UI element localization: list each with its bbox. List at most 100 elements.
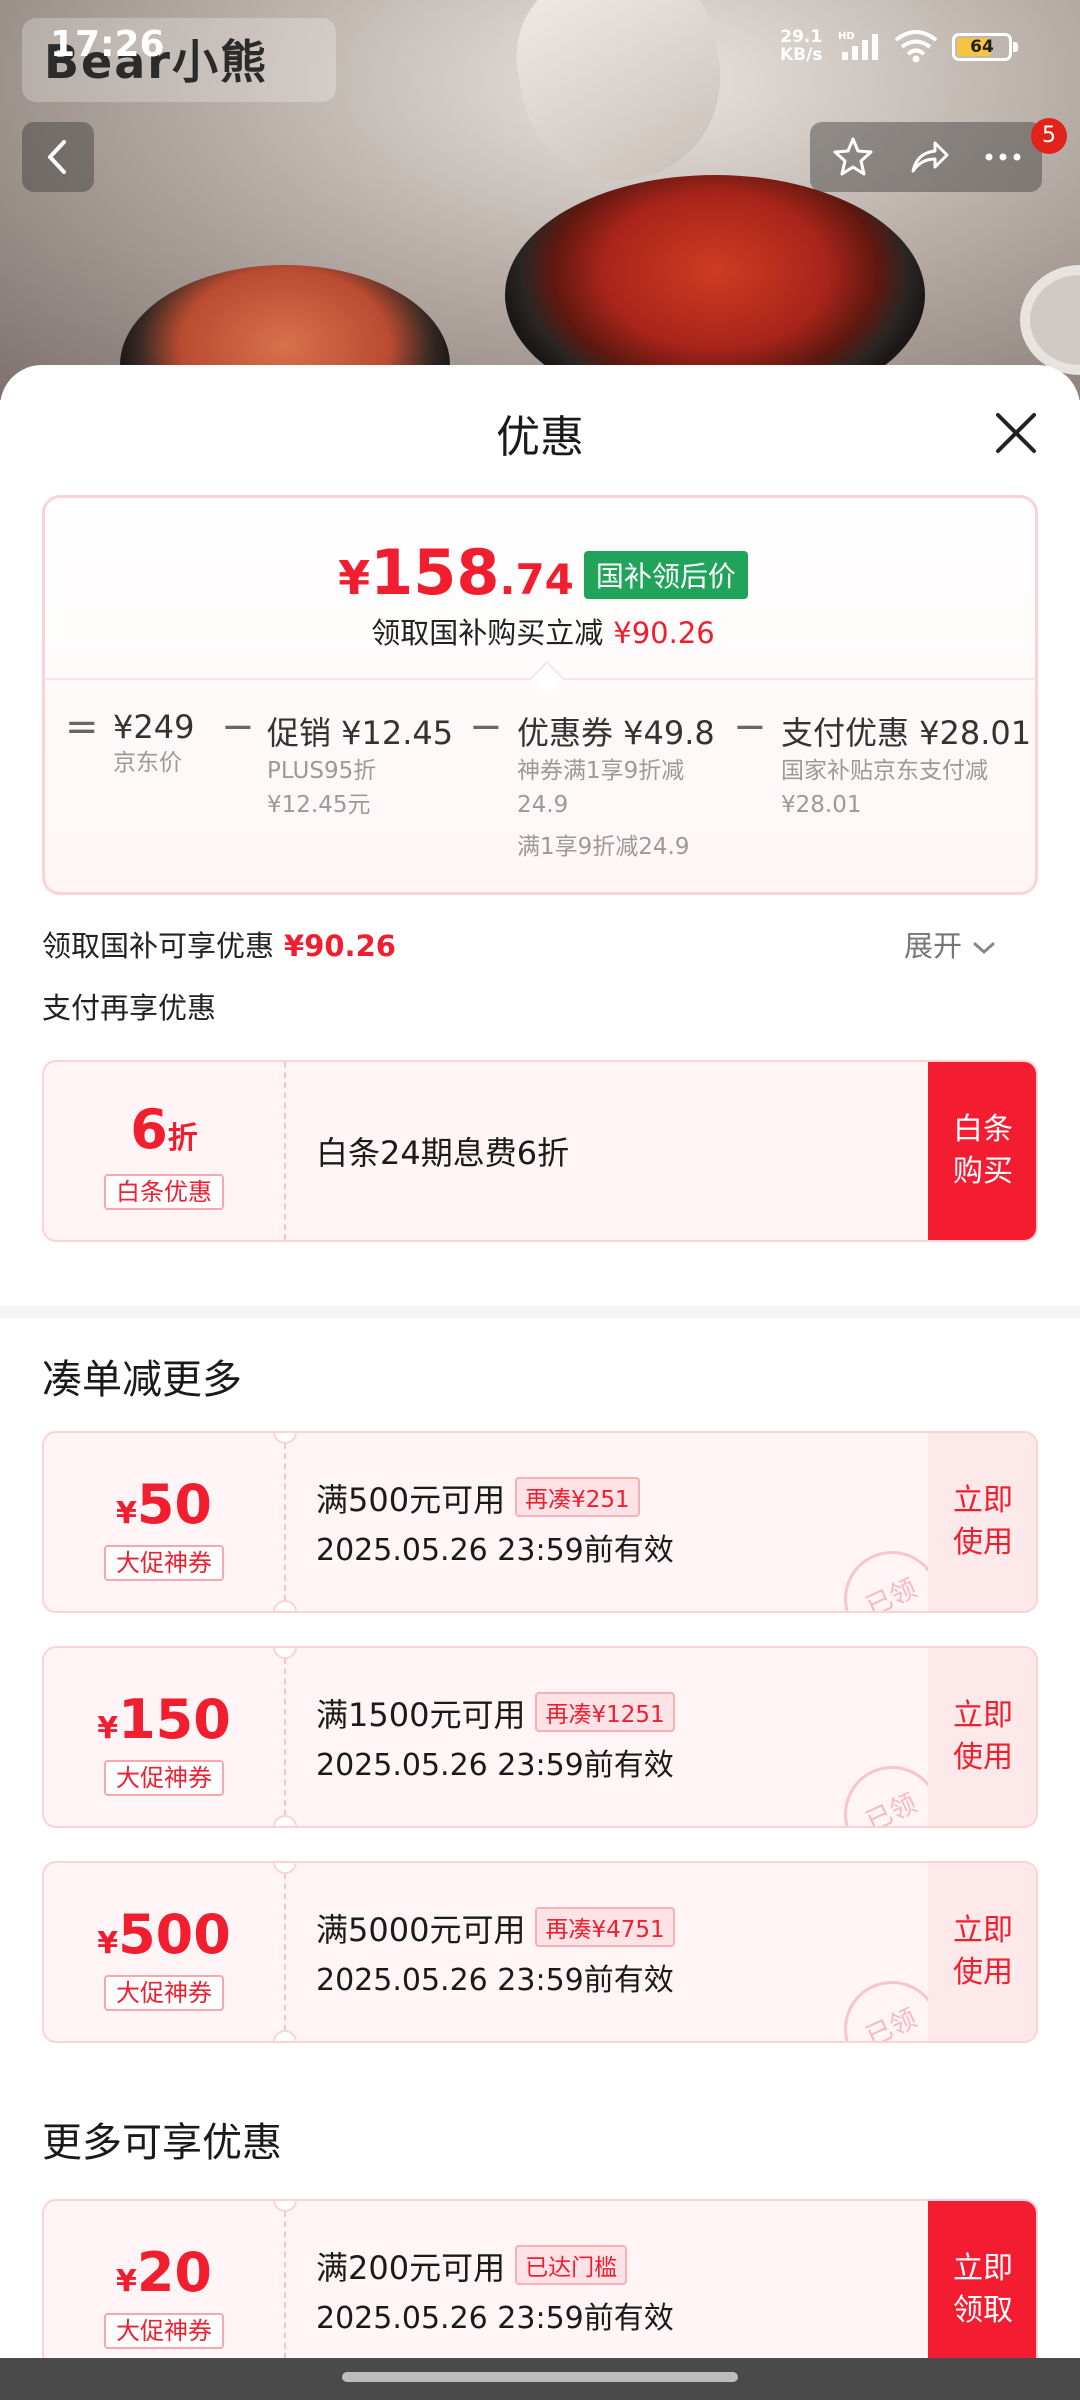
notification-badge: 5	[1031, 118, 1067, 154]
breakdown-sub: ¥12.45元	[267, 792, 371, 818]
coupon-card: ¥20 大促神券 满200元可用 已达门槛 2025.05.26 23:59前有效…	[42, 2199, 1038, 2381]
status-bar: 17:26 29.1 KB/s HD 64	[0, 0, 1080, 92]
breakdown-sub: PLUS95折	[267, 758, 377, 784]
coupon-tag: 大促神券	[104, 1545, 224, 1581]
baitiao-title: 白条24期息费6折	[316, 1134, 570, 1172]
coupon-expiry: 2025.05.26 23:59前有效	[316, 1533, 674, 1568]
breakdown-sub: ¥28.01	[781, 792, 862, 818]
back-button[interactable]	[22, 122, 94, 192]
more-icon	[985, 153, 1021, 161]
coupon-left: ¥50 大促神券	[44, 1433, 284, 1611]
ticket-notch-bottom	[273, 2030, 297, 2041]
section-separator	[0, 1305, 1080, 1319]
price-symbol: ¥	[338, 551, 371, 605]
use-now-label: 立即 使用	[953, 1913, 1013, 1990]
home-indicator[interactable]	[342, 2372, 738, 2382]
coupon-gap-pill: 再凑¥1251	[535, 1692, 675, 1732]
net-speed-value: 29.1	[780, 27, 823, 47]
coupon-condition: 满200元可用 已达门槛	[316, 2243, 628, 2289]
use-now-button[interactable]: 立即 使用	[928, 1433, 1036, 1611]
baitiao-card: 6折 白条优惠 白条24期息费6折 白条 购买	[42, 1060, 1038, 1242]
coupon-value: 500	[118, 1903, 231, 1966]
coupon-condition-text: 满500元可用	[316, 1481, 506, 1519]
share-icon	[911, 141, 949, 173]
breakdown-main: 优惠券 ¥49.8	[517, 714, 715, 752]
coupon-amount: ¥150	[44, 1688, 284, 1751]
sheet-title: 优惠	[496, 412, 584, 463]
coupon-value: 150	[118, 1688, 231, 1751]
perforation	[284, 1062, 286, 1240]
coupon-gap-pill: 再凑¥4751	[535, 1907, 675, 1947]
coupon-left: ¥150 大促神券	[44, 1648, 284, 1826]
top-actions	[810, 122, 1042, 192]
subsidy-price-tag: 国补领后价	[583, 551, 748, 599]
pay-section-title: 支付再享优惠	[42, 991, 217, 1025]
perforation	[284, 2201, 286, 2379]
coupon-card: ¥50 大促神券 满500元可用 再凑¥251 2025.05.26 23:59前…	[42, 1431, 1038, 1613]
coupon-tag: 大促神券	[104, 1975, 224, 2011]
price-integer: 158	[370, 536, 500, 609]
coupon-tag: 大促神券	[104, 2313, 224, 2349]
extra-section-title: 更多可享优惠	[42, 2120, 282, 2166]
perforation	[284, 1863, 286, 2041]
perforation	[284, 1648, 286, 1826]
breakdown-main: 促销 ¥12.45	[267, 714, 454, 752]
baitiao-tag: 白条优惠	[104, 1174, 224, 1210]
coupon-amount: ¥50	[44, 1473, 284, 1536]
wifi-icon	[894, 30, 938, 63]
baitiao-buy-label: 白条 购买	[953, 1112, 1013, 1189]
coupon-left: ¥500 大促神券	[44, 1863, 284, 2041]
close-icon	[996, 413, 1036, 453]
coupon-gap-pill: 再凑¥251	[515, 1477, 640, 1517]
coupon-value: 20	[136, 2241, 213, 2304]
claim-now-label: 立即 领取	[953, 2251, 1013, 2328]
subsidy-value: ¥90.26	[284, 929, 396, 963]
coupon-amount: ¥500	[44, 1903, 284, 1966]
clock: 17:26	[50, 24, 165, 65]
coupon-condition: 满5000元可用 再凑¥4751	[316, 1905, 675, 1951]
perforation	[284, 1433, 286, 1611]
subsidy-row: 领取国补可享优惠 ¥90.26	[42, 923, 396, 965]
baitiao-buy-button[interactable]: 白条 购买	[928, 1062, 1036, 1240]
coupon-value: 50	[136, 1473, 213, 1536]
breakdown-sub: 24.9	[517, 792, 569, 818]
breakdown-main: 支付优惠 ¥28.01	[781, 714, 1032, 752]
close-button[interactable]	[988, 405, 1044, 461]
chevron-left-icon	[48, 140, 66, 174]
battery-icon: 64	[952, 33, 1018, 61]
coupon-tag: 大促神券	[104, 1760, 224, 1796]
signal-icon: HD	[838, 31, 878, 60]
coupon-condition-text: 满5000元可用	[316, 1911, 526, 1949]
breakdown-sub: 神券满1享9折减	[517, 758, 685, 784]
claim-now-button[interactable]: 立即 领取	[928, 2201, 1036, 2379]
final-price: ¥ 158 .74 国补领后价	[45, 536, 1041, 609]
favorite-button[interactable]	[816, 122, 890, 192]
coupon-card: ¥150 大促神券 满1500元可用 再凑¥1251 2025.05.26 23:…	[42, 1646, 1038, 1828]
minus-sign: −	[221, 704, 255, 750]
coupon-expiry: 2025.05.26 23:59前有效	[316, 1748, 674, 1783]
breakdown-sub: 国家补贴京东支付减	[781, 758, 988, 784]
more-button[interactable]	[966, 122, 1040, 192]
breakdown-main: ¥249	[113, 708, 195, 746]
share-button[interactable]	[892, 122, 966, 192]
coupon-condition-text: 满200元可用	[316, 2249, 506, 2287]
more-section-title: 凑单减更多	[42, 1357, 242, 1403]
baitiao-number: 6	[130, 1098, 168, 1161]
coupon-condition-text: 满1500元可用	[316, 1696, 526, 1734]
expand-label: 展开	[904, 929, 963, 963]
use-now-label: 立即 使用	[953, 1698, 1013, 1775]
breakdown-sub: 京东价	[113, 750, 182, 776]
coupon-left: ¥20 大促神券	[44, 2201, 284, 2379]
use-now-button[interactable]: 立即 使用	[928, 1648, 1036, 1826]
baitiao-left: 6折 白条优惠	[44, 1062, 284, 1240]
price-card: ¥ 158 .74 国补领后价 领取国补购买立减 ¥90.26 = ¥249 京东…	[42, 495, 1038, 895]
expand-button[interactable]: 展开	[904, 923, 997, 965]
minus-sign: −	[733, 704, 767, 750]
breakdown-sub: 满1享9折减24.9	[517, 834, 690, 860]
discount-sheet: 优惠 ¥ 158 .74 国补领后价 领取国补购买立减 ¥90.26 = ¥249…	[0, 365, 1080, 2400]
coupon-expiry: 2025.05.26 23:59前有效	[316, 1963, 674, 1998]
coupon-amount: ¥20	[44, 2241, 284, 2304]
chevron-down-icon	[973, 942, 995, 955]
coupon-card: ¥500 大促神券 满5000元可用 再凑¥4751 2025.05.26 23:…	[42, 1861, 1038, 2043]
use-now-button[interactable]: 立即 使用	[928, 1863, 1036, 2041]
